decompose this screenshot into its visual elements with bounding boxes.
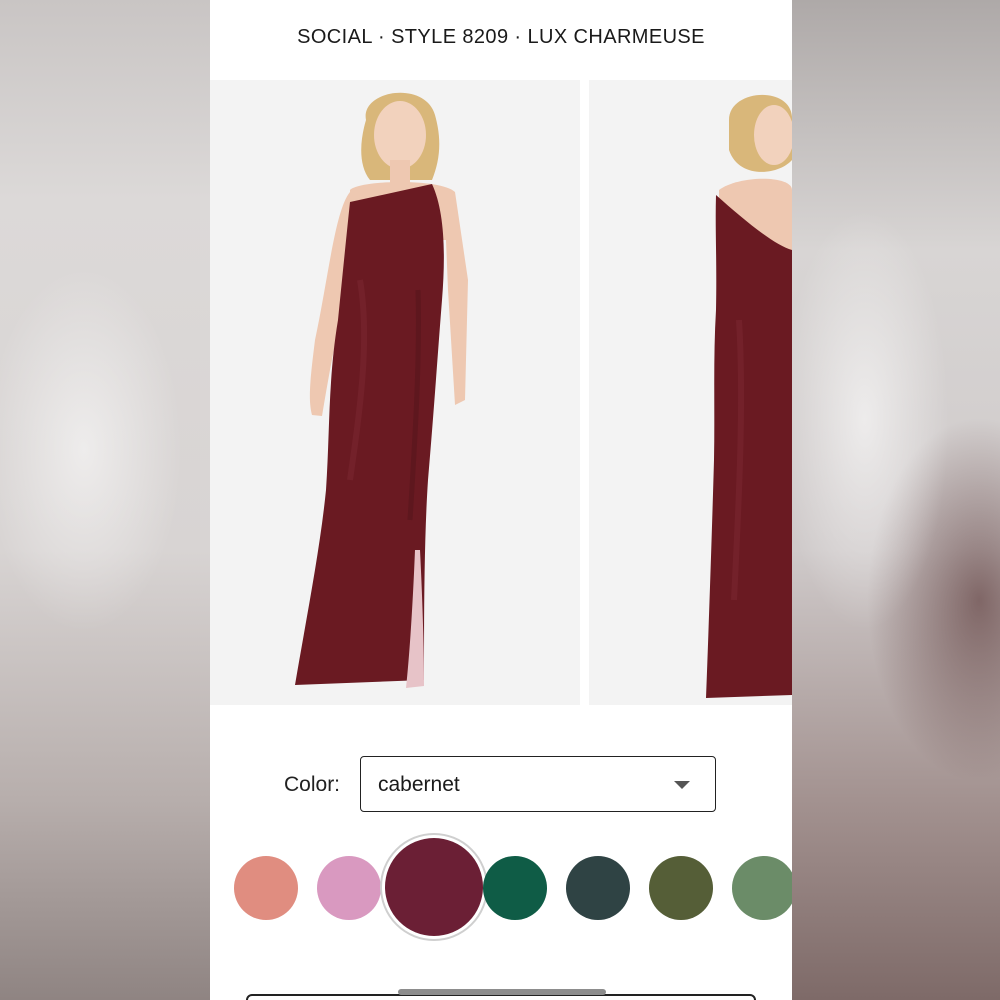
product-page: SOCIAL · STYLE 8209 · LUX CHARMEUSE Colo…: [210, 0, 792, 1000]
home-indicator: [398, 989, 606, 995]
color-swatch-emerald[interactable]: [483, 856, 547, 920]
model-back-illustration: [706, 94, 792, 698]
color-dropdown-value: cabernet: [378, 773, 460, 796]
color-swatch-cabernet-selected[interactable]: [385, 838, 483, 936]
color-swatch-salmon[interactable]: [234, 856, 298, 920]
product-image-back[interactable]: [589, 80, 792, 705]
color-label: Color:: [284, 773, 341, 796]
color-swatch-orchid[interactable]: [317, 856, 381, 920]
color-swatch-sage[interactable]: [732, 856, 792, 920]
blurred-background-right: [792, 0, 1000, 1000]
color-swatch-olive[interactable]: [649, 856, 713, 920]
product-image-front[interactable]: [210, 80, 580, 705]
model-front-illustration: [295, 92, 468, 688]
color-swatch-slate[interactable]: [566, 856, 630, 920]
color-dropdown[interactable]: cabernet: [360, 756, 716, 812]
page-title: SOCIAL · STYLE 8209 · LUX CHARMEUSE: [297, 26, 705, 48]
blurred-background-left: [0, 0, 210, 1000]
chevron-down-icon: [674, 781, 690, 789]
